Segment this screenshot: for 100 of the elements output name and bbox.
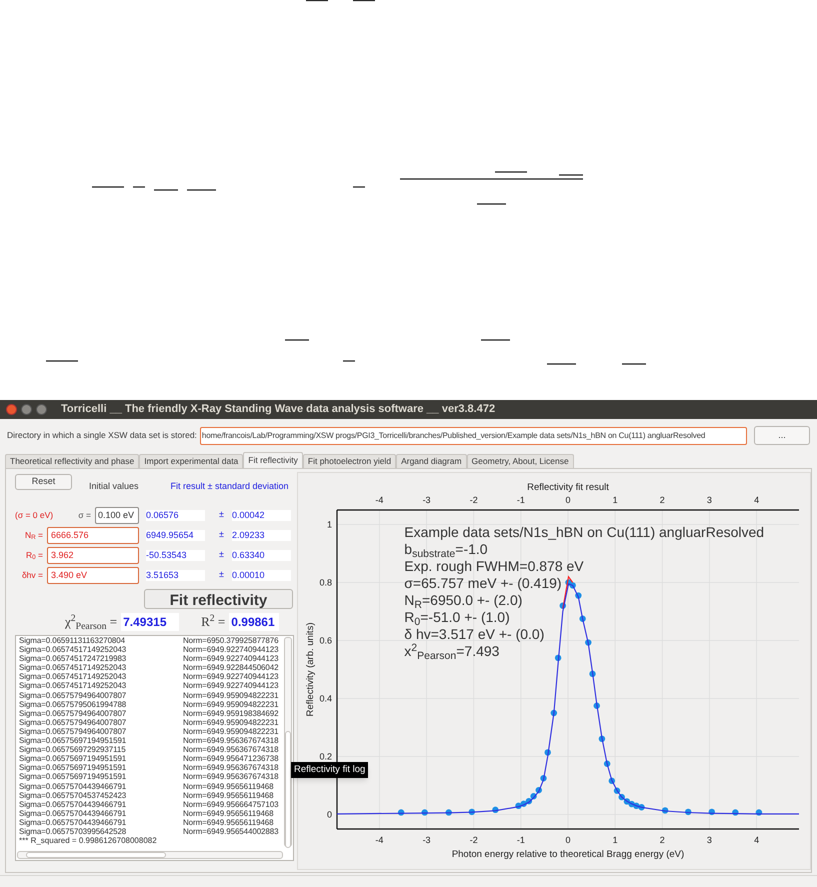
log-norm-text: Norm=6949.956471236738 <box>183 754 278 764</box>
log-sigma-text: Sigma=0.06575697194951591 <box>19 736 128 746</box>
fit-result-value: 3.51653 <box>146 570 205 580</box>
x-tick-label: 0 <box>566 835 571 845</box>
y-tick-label: 0.2 <box>320 752 332 762</box>
log-sigma-text: Sigma=0.06575794964007807 <box>19 690 128 700</box>
log-sigma-text: Sigma=0.06575704537452423 <box>19 790 128 800</box>
x-tick-label: -4 <box>376 495 384 505</box>
close-icon[interactable] <box>6 404 17 415</box>
initial-value-field[interactable]: 6666.576 <box>47 526 139 544</box>
log-sigma-text: Sigma=0.06575697194951591 <box>19 754 128 764</box>
x-tick-label: 1 <box>612 835 618 845</box>
vertical-scrollbar[interactable] <box>284 637 292 847</box>
fit-reflectivity-button[interactable]: Fit reflectivity <box>144 589 293 609</box>
log-norm-text: Norm=6949.95656119468 <box>183 782 274 791</box>
tab[interactable]: Geometry, About, License <box>466 454 574 468</box>
horizontal-scrollbar[interactable] <box>17 851 283 859</box>
plus-minus-sign: ± <box>219 508 224 522</box>
log-norm-text: Norm=6949.956367674318 <box>183 772 278 782</box>
log-norm-text: Norm=6949.95656119468 <box>183 808 274 818</box>
tab[interactable]: Fit reflectivity <box>243 452 303 468</box>
tab[interactable]: Import experimental data <box>139 454 244 468</box>
x-tick-label: 0 <box>566 495 571 505</box>
parameter-label: R$_{0}$ = <box>26 548 43 562</box>
fit-summary-text: Example data sets/N1s_hBN on Cu(111) angluarResolved <box>404 524 764 541</box>
maximize-icon[interactable] <box>36 404 47 415</box>
directory-field[interactable]: home/francois/Lab/Programming/XSW progs/PGI3_Torricelli/branches/Published_version/Example data sets/N1s_hBN on Cu(111) angluarResolved <box>200 426 748 444</box>
standard-deviation-value: 0.00010 <box>232 570 291 580</box>
log-norm-text: Norm=6949.95656119468 <box>183 790 274 800</box>
x-tick-label: 3 <box>707 835 712 845</box>
log-sigma-text: Sigma=0.06591131163270804 <box>19 636 126 646</box>
initial-value-field[interactable]: 3.962 <box>47 546 139 564</box>
log-norm-text: Norm=6949.959094822231 <box>183 718 278 727</box>
log-norm-text: Norm=6949.922740944123 <box>183 654 278 664</box>
log-norm-text: Norm=6949.922844506042 <box>183 663 278 672</box>
tab[interactable]: Argand diagram <box>396 454 467 468</box>
log-sigma-text: Sigma=0.06574517149252043 <box>19 672 128 682</box>
r-squared-value: 0.99861 <box>229 613 280 631</box>
fit-summary-text: N$_{R}$=6950.0 +- (2.0) <box>404 592 522 609</box>
fit-summary-text: σ=65.757 meV +- (0.419) <box>404 575 562 592</box>
chart-title: Reflectivity fit result <box>527 482 610 493</box>
minimize-icon[interactable] <box>21 404 32 415</box>
x-axis-label: Photon energy relative to theoretical Bragg energy (eV) <box>452 849 684 860</box>
x-tick-label: -2 <box>470 835 478 845</box>
log-norm-text: Norm=6950.379925877876 <box>183 636 278 646</box>
x-tick-label: 4 <box>754 835 760 845</box>
fit-summary-text: b$_{substrate}$=-1.0 <box>404 541 488 558</box>
log-sigma-text: Sigma=0.06575704439466791 <box>19 818 128 827</box>
log-sigma-text: Sigma=0.06574517247219983 <box>19 654 128 664</box>
log-norm-text: Norm=6949.959094822231 <box>183 690 278 700</box>
x-tick-label: 2 <box>660 495 666 505</box>
standard-deviation-value: 0.00042 <box>232 510 291 520</box>
log-sigma-text: Sigma=0.06575795061994788 <box>19 700 128 709</box>
log-sigma-text: Sigma=0.06575703995642528 <box>19 826 128 836</box>
r-squared-label: R$^{2}$ = <box>201 612 226 632</box>
x-tick-label: 4 <box>754 495 760 505</box>
log-norm-text: Norm=6949.922740944123 <box>183 681 278 691</box>
fit-summary-text: x$^{2}$$_{Pearson}$=7.493 <box>404 643 500 660</box>
fit-result-header: Fit result ± standard deviation <box>170 480 289 493</box>
log-norm-text: Norm=6949.922740944123 <box>183 672 278 682</box>
y-tick-label: 0.8 <box>320 578 332 588</box>
initial-value-field[interactable]: 3.490 eV <box>47 566 139 584</box>
parameter-label: N$_{R}$ = <box>24 528 43 542</box>
x-tick-label: -1 <box>517 495 526 505</box>
chi-squared-value: 7.49315 <box>121 613 180 631</box>
directory-label: Directory in which a single XSW data set is stored: <box>7 429 197 442</box>
log-sigma-text: Sigma=0.06575794964007807 <box>19 726 128 736</box>
scrollbar-thumb[interactable] <box>285 731 291 848</box>
browse-button[interactable]: ... <box>754 426 810 445</box>
log-norm-text: Norm=6949.922740944123 <box>183 645 278 654</box>
log-sigma-text: Sigma=0.06574517149252043 <box>19 645 128 654</box>
log-norm-text: Norm=6949.956664757103 <box>183 800 278 809</box>
log-norm-text: Norm=6949.956544002883 <box>183 826 278 836</box>
plus-minus-sign: ± <box>219 548 224 562</box>
initial-values-header: Initial values <box>89 480 139 493</box>
tab[interactable]: Theoretical reflectivity and phase <box>5 454 140 468</box>
x-tick-label: -1 <box>517 835 526 845</box>
initial-value-field[interactable]: 0.100 eV <box>95 506 139 524</box>
log-norm-text: Norm=6949.959198384692 <box>183 708 278 718</box>
log-norm-text: Norm=6949.956367674318 <box>183 736 278 746</box>
x-tick-label: 1 <box>612 495 618 505</box>
log-norm-text: Norm=6949.959094822231 <box>183 700 278 709</box>
log-norm-text: Norm=6949.959094822231 <box>183 726 278 736</box>
chi-squared-label: χ$^{2}$$_{Pearson}$ = <box>65 612 118 632</box>
y-tick-label: 1 <box>327 520 332 530</box>
y-axis-label: Reflectivity (arb. units) <box>305 622 316 716</box>
reset-button[interactable]: Reset <box>15 474 72 490</box>
parameter-label: σ = <box>78 508 91 522</box>
log-sigma-text: Sigma=0.06575697292937115 <box>19 745 127 754</box>
log-sigma-text: Sigma=0.06575697194951591 <box>19 772 128 782</box>
tab[interactable]: Fit photoelectron yield <box>302 454 396 468</box>
window-title: Torricelli __ The friendly X-Ray Standing Wave data analysis software __ ver3.8.472 <box>61 402 496 418</box>
x-tick-label: -3 <box>422 835 431 845</box>
log-sigma-text: Sigma=0.06575704439466791 <box>19 782 128 791</box>
scrollbar-thumb[interactable] <box>26 852 166 858</box>
plus-minus-sign: ± <box>219 568 224 582</box>
log-norm-text: Norm=6949.956367674318 <box>183 763 278 772</box>
fit-result-value: -50.53543 <box>146 550 205 560</box>
log-summary-text: *** R_squared = 0.9986126708008082 <box>19 836 158 846</box>
zero-sigma-note: (σ = 0 eV) <box>15 508 54 522</box>
